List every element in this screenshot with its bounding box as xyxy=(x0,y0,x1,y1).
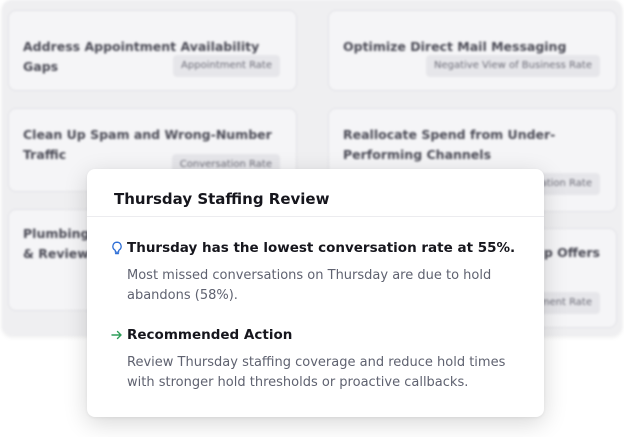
insight-body: Most missed conversations on Thursday ar… xyxy=(127,268,492,303)
staffing-review-popup: Thursday Staffing Review Thursday has th… xyxy=(87,169,544,417)
action-title: Recommended Action xyxy=(127,327,293,343)
card-metric-tag: Negative View of Business Rate xyxy=(426,55,600,77)
insight-section: Thursday has the lowest conversation rat… xyxy=(111,240,524,306)
recommended-action-section: Recommended Action Review Thursday staff… xyxy=(111,327,524,393)
popup-title: Thursday Staffing Review xyxy=(114,190,330,208)
stage: Address Appointment Availability Gaps Ap… xyxy=(0,0,624,437)
action-body: Review Thursday staffing coverage and re… xyxy=(127,355,506,390)
recommendation-card[interactable]: Address Appointment Availability Gaps Ap… xyxy=(8,10,297,91)
card-title: Reallocate Spend from Under-Performing C… xyxy=(343,127,556,162)
insight-title: Thursday has the lowest conversation rat… xyxy=(127,240,516,256)
popup-header: Thursday Staffing Review xyxy=(87,169,544,217)
lightbulb-icon xyxy=(111,240,125,256)
arrow-right-icon xyxy=(111,327,125,343)
recommendation-card[interactable]: Optimize Direct Mail Messaging Negative … xyxy=(328,10,617,91)
card-title: Plumbing & Review xyxy=(23,226,90,261)
card-title: p Offers xyxy=(543,245,600,260)
card-title: Optimize Direct Mail Messaging xyxy=(343,39,567,54)
card-metric-tag: Appointment Rate xyxy=(173,55,280,77)
